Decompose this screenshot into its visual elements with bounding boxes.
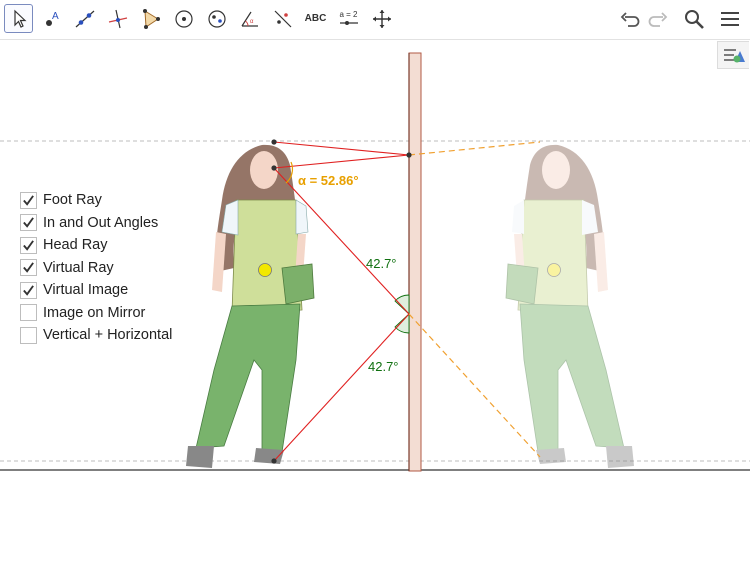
redo-button[interactable] <box>645 6 671 32</box>
foot-point[interactable] <box>271 458 277 464</box>
angle-out-label: 42.7° <box>368 359 399 374</box>
checkbox-box[interactable] <box>20 326 37 344</box>
checkbox-box[interactable] <box>20 191 37 209</box>
undo-button[interactable] <box>617 6 643 32</box>
checkmark-icon <box>23 240 34 251</box>
checkbox-virtual-ray[interactable]: Virtual Ray <box>20 257 172 280</box>
checkbox-in-out-angles[interactable]: In and Out Angles <box>20 212 172 235</box>
reflect-icon <box>274 10 291 27</box>
mirror[interactable] <box>408 52 422 472</box>
toolbar: A α ABC a = 2 <box>0 0 750 40</box>
head-ray-in <box>273 141 410 156</box>
slider-icon <box>339 21 358 25</box>
redo-icon <box>648 12 668 27</box>
svg-text:α: α <box>250 19 254 25</box>
style-bar-icon <box>723 49 745 63</box>
svg-text:A: A <box>52 11 59 22</box>
polygon-icon <box>142 8 160 29</box>
slider-tool-label: a = 2 <box>339 10 358 19</box>
checkbox-box[interactable] <box>20 304 37 322</box>
perpendicular-line-tool[interactable] <box>103 4 132 33</box>
checkbox-head-ray[interactable]: Head Ray <box>20 234 172 257</box>
slider-tool[interactable]: a = 2 <box>334 4 363 33</box>
angle-in-label: 42.7° <box>366 256 397 271</box>
undo-icon <box>620 12 640 27</box>
checkbox-panel: Foot Ray In and Out Angles Head Ray Virt… <box>20 189 172 347</box>
checkbox-label: Vertical + Horizontal <box>43 327 173 344</box>
checkbox-box[interactable] <box>20 214 37 232</box>
search-icon <box>685 10 704 29</box>
line-icon <box>75 10 94 27</box>
virtual-head-ray <box>408 141 541 156</box>
text-tool[interactable]: ABC <box>301 4 330 33</box>
cursor-icon <box>13 9 27 28</box>
angle-tool[interactable]: α <box>235 4 264 33</box>
checkbox-label: Foot Ray <box>43 192 102 209</box>
head-ray-out <box>273 154 410 169</box>
angle-icon: α <box>240 11 258 27</box>
eye-point[interactable] <box>271 165 277 171</box>
girl-figure <box>186 144 315 468</box>
menu-button[interactable] <box>717 6 743 32</box>
polygon-tool[interactable] <box>136 4 165 33</box>
move-tool[interactable] <box>4 4 33 33</box>
reflect-tool[interactable] <box>268 4 297 33</box>
checkbox-label: Virtual Image <box>43 282 129 299</box>
checkbox-image-on-mirror[interactable]: Image on Mirror <box>20 302 172 325</box>
menu-icon <box>721 12 739 26</box>
point-tool[interactable]: A <box>37 4 66 33</box>
virtual-center-point <box>547 263 561 277</box>
checkmark-icon <box>23 195 34 206</box>
center-point[interactable] <box>258 263 272 277</box>
checkbox-box[interactable] <box>20 259 37 277</box>
move-graphics-view-tool[interactable] <box>367 4 396 33</box>
checkbox-label: Image on Mirror <box>43 304 146 321</box>
checkbox-box[interactable] <box>20 236 37 254</box>
line-tool[interactable] <box>70 4 99 33</box>
checkmark-icon <box>23 285 34 296</box>
virtual-girl-figure <box>505 144 634 468</box>
head-top-point[interactable] <box>271 139 277 145</box>
checkmark-icon <box>23 262 34 273</box>
circle-points-icon <box>207 9 226 28</box>
circle-tool[interactable] <box>169 4 198 33</box>
checkbox-label: In and Out Angles <box>43 214 159 231</box>
search-button[interactable] <box>681 6 707 32</box>
virtual-foot-ray <box>408 313 541 458</box>
alpha-label: α = 52.86° <box>298 173 359 188</box>
checkbox-vertical-horizontal[interactable]: Vertical + Horizontal <box>20 324 172 347</box>
checkbox-foot-ray[interactable]: Foot Ray <box>20 189 172 212</box>
move-view-icon <box>372 9 391 28</box>
style-bar-button[interactable] <box>717 41 749 69</box>
checkbox-virtual-image[interactable]: Virtual Image <box>20 279 172 302</box>
point-icon: A <box>45 11 59 26</box>
text-tool-label: ABC <box>304 13 327 24</box>
circle-through-points-tool[interactable] <box>202 4 231 33</box>
circle-icon <box>174 9 193 28</box>
checkbox-box[interactable] <box>20 281 37 299</box>
perpendicular-icon <box>108 9 127 28</box>
checkbox-label: Head Ray <box>43 237 108 254</box>
checkmark-icon <box>23 217 34 228</box>
head-mirror-point[interactable] <box>406 152 412 158</box>
checkbox-label: Virtual Ray <box>43 259 114 276</box>
